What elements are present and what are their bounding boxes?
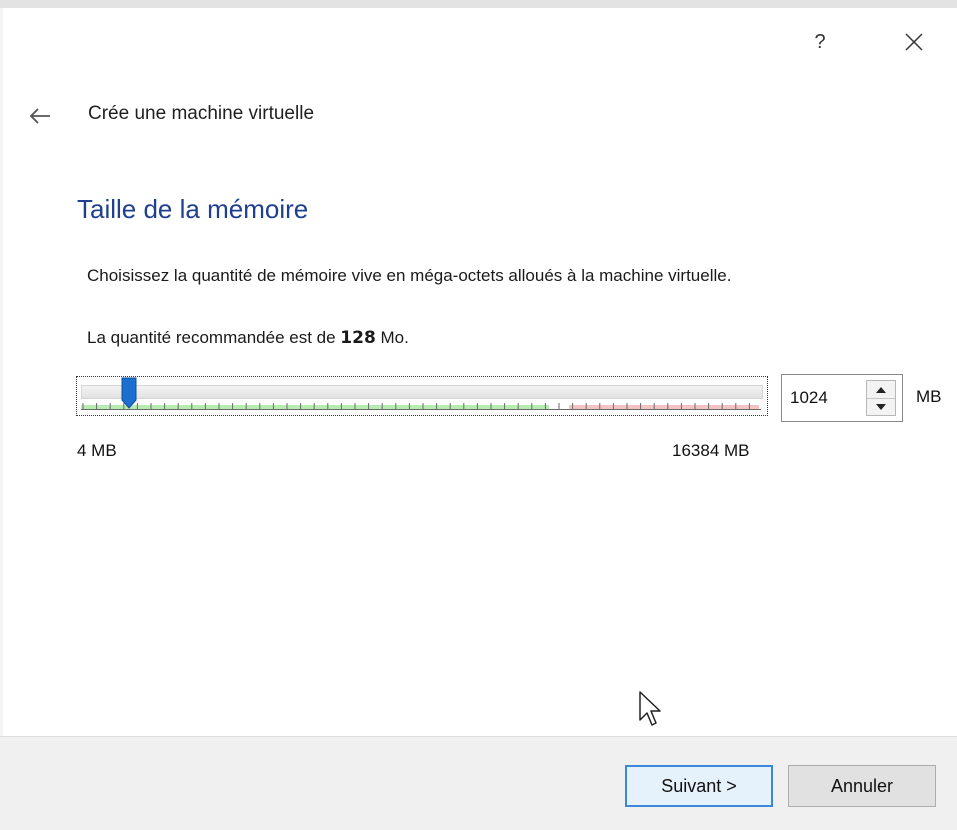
recommended-memory-text: La quantité recommandée est de 128 Mo. [87,328,409,348]
help-button[interactable]: ? [802,24,838,60]
close-icon [905,33,923,51]
cancel-button[interactable]: Annuler [788,765,936,807]
slider-track [81,385,763,399]
close-button[interactable] [896,24,932,60]
mouse-pointer-icon [639,691,661,726]
question-mark-icon: ? [814,30,826,53]
window-left-edge [0,8,3,830]
memory-unit-label: MB [916,387,942,406]
wizard-footer: Suivant > Annuler [0,736,957,830]
slider-thumb[interactable] [121,377,137,409]
recommended-prefix: La quantité recommandée est de [87,328,341,347]
slider-scale [81,403,761,410]
slider-min-label: 4 MB [77,441,117,460]
triangle-down-icon [876,403,886,410]
back-button[interactable] [22,98,58,134]
triangle-up-icon [876,386,886,393]
next-button[interactable]: Suivant > [625,765,773,807]
window-top-border [0,0,957,8]
memory-slider[interactable] [76,376,768,416]
slider-max-label: 16384 MB [672,441,750,460]
arrow-left-icon [29,108,50,124]
spin-buttons [866,380,896,416]
create-vm-wizard-window: ? Crée une machine virtuelle Taille de l… [0,0,957,830]
spin-down-button[interactable] [867,398,895,415]
spin-up-button[interactable] [867,381,895,399]
wizard-title: Crée une machine virtuelle [88,103,315,124]
memory-description: Choisissez la quantité de mémoire vive e… [87,266,732,285]
memory-spinbox[interactable] [781,374,903,422]
page-heading: Taille de la mémoire [77,194,309,224]
recommended-suffix: Mo. [375,328,409,347]
memory-value-input[interactable] [782,375,866,421]
recommended-value: 128 [340,328,376,348]
